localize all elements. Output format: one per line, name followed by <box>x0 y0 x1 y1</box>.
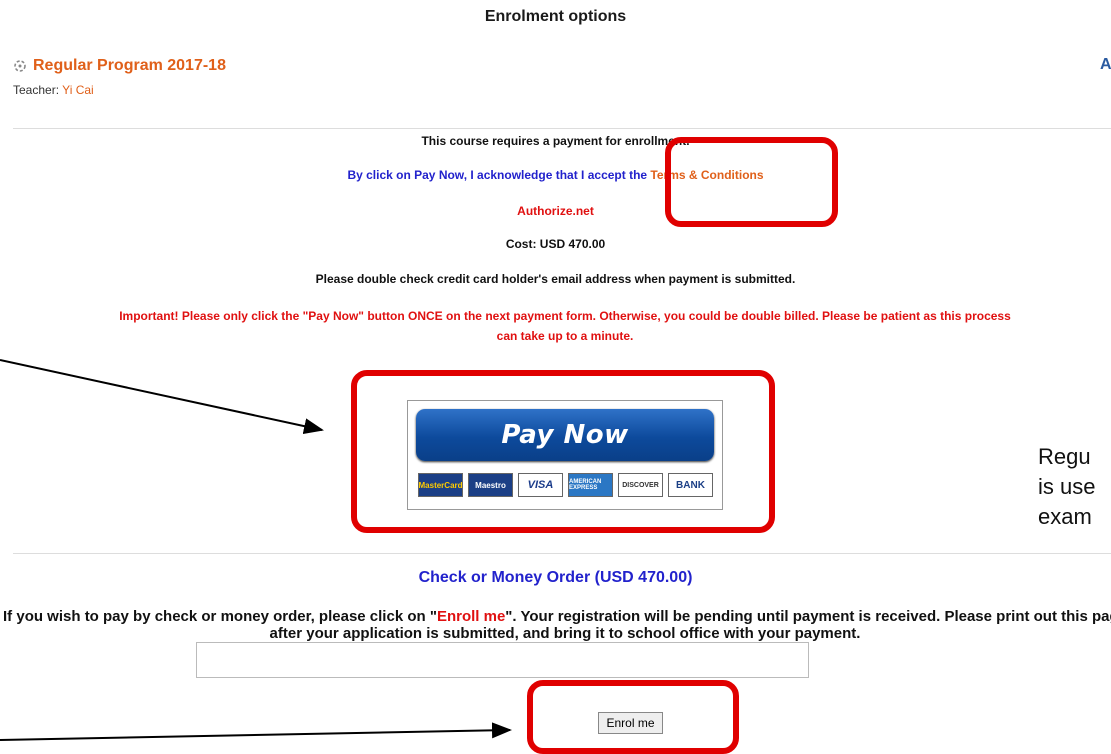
side-note-line-2: is use <box>1038 474 1096 499</box>
side-note-line-3: exam <box>1038 504 1092 529</box>
check-text-before: If you wish to pay by check or money ord… <box>3 608 437 625</box>
terms-line: By click on Pay Now, I acknowledge that … <box>0 168 1111 182</box>
cost-label: Cost: USD 470.00 <box>505 237 606 251</box>
payment-requirement: This course requires a payment for enrol… <box>421 134 690 148</box>
divider <box>13 553 1111 554</box>
teacher-line: Teacher: Yi Cai <box>13 83 94 97</box>
course-icon <box>14 60 26 72</box>
terms-prefix: By click on Pay Now, I acknowledge that … <box>347 168 651 182</box>
arrow-to-pay-now <box>0 359 324 434</box>
highlight-box-enrol <box>527 680 739 754</box>
course-title[interactable]: Regular Program 2017-18 <box>13 57 226 75</box>
check-heading: Check or Money Order (USD 470.00) <box>418 569 693 586</box>
important-notice: Important! Please only click the "Pay No… <box>0 306 1111 346</box>
corner-mark: A <box>1100 56 1111 73</box>
payment-processor: Authorize.net <box>517 204 594 218</box>
highlight-box-terms <box>665 137 838 227</box>
side-note-line-1: Regu <box>1038 444 1091 469</box>
course-name[interactable]: Regular Program 2017-18 <box>33 57 226 75</box>
check-instructions: If you wish to pay by check or money ord… <box>0 608 1111 642</box>
email-notice: Please double check credit card holder's… <box>315 272 796 286</box>
check-text-highlight: Enroll me <box>436 608 506 625</box>
arrow-to-enrol <box>0 722 512 741</box>
important-line-1: Important! Please only click the "Pay No… <box>119 309 1011 323</box>
divider <box>13 128 1111 129</box>
teacher-label: Teacher: <box>13 83 63 97</box>
highlight-box-pay-now <box>351 370 775 533</box>
teacher-name-link[interactable]: Yi Cai <box>62 83 94 97</box>
page-title: Enrolment options <box>484 8 627 25</box>
comment-textarea[interactable] <box>196 642 809 678</box>
important-line-2: can take up to a minute. <box>496 329 634 343</box>
